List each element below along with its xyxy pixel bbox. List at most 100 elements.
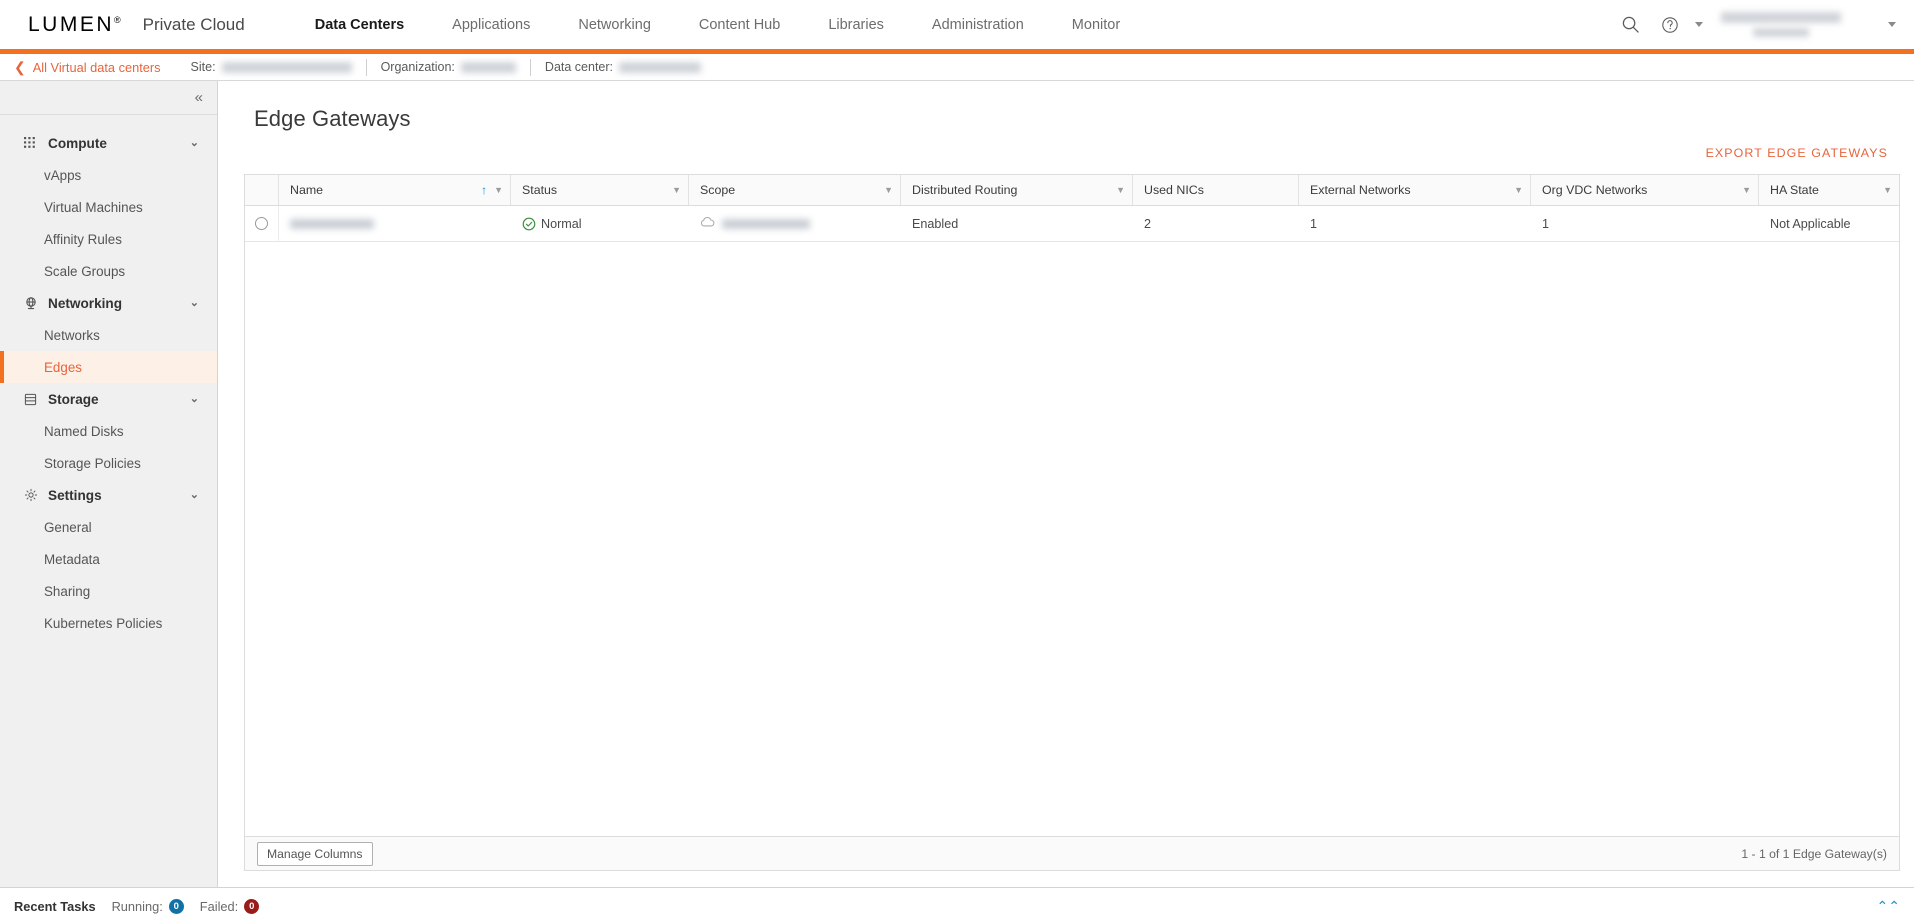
table-header-distributed-routing[interactable]: Distributed Routing ▼ [901,175,1133,205]
user-menu[interactable] [1721,12,1896,37]
breadcrumb-back-label: All Virtual data centers [32,59,161,75]
failed-count-badge: 0 [244,898,260,914]
recent-tasks-title: Recent Tasks [14,898,96,914]
help-icon[interactable] [1650,5,1690,45]
sidebar-collapse-button[interactable]: « [0,81,217,115]
chevron-down-icon[interactable]: ⌄ [190,393,199,405]
manage-columns-button[interactable]: Manage Columns [257,841,373,866]
table-header-used-nics[interactable]: Used NICs [1133,175,1299,205]
sidebar-item-storage-policies[interactable]: Storage Policies [0,447,217,479]
breadcrumb-site-label: Site: [190,60,216,74]
sidebar-item-general[interactable]: General [0,511,217,543]
nav-tab-data-centers[interactable]: Data Centers [315,0,404,49]
sidebar-item-edges[interactable]: Edges [0,351,217,383]
sidebar-item-scale-groups[interactable]: Scale Groups [0,255,217,287]
breadcrumb-organization: Organization: [381,60,516,74]
sidebar-item-networks[interactable]: Networks [0,319,217,351]
chevrons-up-icon[interactable]: ⌃⌃ [1877,899,1900,913]
sidebar-item-label: Scale Groups [44,263,126,279]
sidebar-group-settings[interactable]: Settings ⌄ [0,479,217,511]
brand-logo[interactable]: LUMEN® Private Cloud [0,14,245,35]
sidebar-group-label: Compute [48,135,107,151]
main-navigation: Data Centers Applications Networking Con… [301,0,1144,49]
user-identity [1721,12,1841,37]
logo-registered-mark: ® [114,15,121,25]
sidebar-item-affinity-rules[interactable]: Affinity Rules [0,223,217,255]
page-title: Edge Gateways [254,106,411,131]
sidebar-group-label: Storage [48,391,99,407]
cell-status: Normal [511,206,689,241]
table-header-scope[interactable]: Scope ▼ [689,175,901,205]
filter-icon[interactable]: ▼ [1742,185,1751,195]
cell-scope [689,206,901,241]
table-header-ha-state[interactable]: HA State ▼ [1759,175,1899,205]
sidebar-item-label: Networks [44,327,100,343]
filter-icon[interactable]: ▼ [1514,185,1523,195]
sidebar-nav: Compute ⌄ vApps Virtual Machines Affinit… [0,115,217,639]
sidebar-item-virtual-machines[interactable]: Virtual Machines [0,191,217,223]
sidebar-group-compute[interactable]: Compute ⌄ [0,127,217,159]
nav-tab-libraries[interactable]: Libraries [828,0,884,49]
filter-icon[interactable]: ▼ [494,185,503,195]
filter-icon[interactable]: ▼ [1883,185,1892,195]
nav-tab-administration[interactable]: Administration [932,0,1024,49]
chevron-down-icon[interactable]: ⌄ [190,137,199,149]
chevron-down-icon[interactable]: ⌄ [190,489,199,501]
chevron-down-icon [1888,22,1896,27]
table-header-name[interactable]: Name ↑ ▼ [279,175,511,205]
table-header-org-vdc-networks[interactable]: Org VDC Networks ▼ [1531,175,1759,205]
export-edge-gateways-button[interactable]: EXPORT EDGE GATEWAYS [1702,140,1892,166]
network-icon [22,295,39,312]
cloud-icon [700,216,715,231]
chevrons-left-icon: « [194,89,203,106]
row-select-cell[interactable] [245,206,279,241]
nav-tab-applications[interactable]: Applications [452,0,530,49]
chevron-down-icon [1695,22,1703,27]
sidebar-item-label: Virtual Machines [44,199,143,215]
breadcrumb-dc-label: Data center: [544,60,614,74]
sidebar-item-named-disks[interactable]: Named Disks [0,415,217,447]
row-radio-button[interactable] [255,217,268,230]
failed-label: Failed: [199,898,239,914]
table-header-status[interactable]: Status ▼ [511,175,689,205]
cell-name[interactable] [279,206,511,241]
check-circle-icon [522,217,536,231]
filter-icon[interactable]: ▼ [672,185,681,195]
nav-tab-networking[interactable]: Networking [578,0,651,49]
sidebar-item-sharing[interactable]: Sharing [0,575,217,607]
cell-org-vdc-networks: 1 [1542,216,1550,231]
sidebar: « Compute ⌄ vApps Virtual Machines Affin… [0,81,218,887]
record-count-label: 1 - 1 of 1 Edge Gateway(s) [1741,846,1887,861]
main-content: Edge Gateways EXPORT EDGE GATEWAYS Name … [218,81,1914,887]
sidebar-group-label: Networking [48,295,123,311]
sidebar-group-networking[interactable]: Networking ⌄ [0,287,217,319]
cell-ha-state: Not Applicable [1770,216,1851,231]
sidebar-item-metadata[interactable]: Metadata [0,543,217,575]
table-footer: Manage Columns 1 - 1 of 1 Edge Gateway(s… [245,836,1899,870]
help-menu[interactable] [1650,5,1703,45]
header-actions [1610,0,1914,49]
sort-ascending-icon[interactable]: ↑ [481,184,487,196]
sidebar-group-label: Settings [48,487,102,503]
status-text: Normal [541,216,582,231]
breadcrumb-site: Site: [191,60,352,74]
filter-icon[interactable]: ▼ [884,185,893,195]
sidebar-item-vapps[interactable]: vApps [0,159,217,191]
breadcrumb-back-link[interactable]: ❮ All Virtual data centers [14,60,161,75]
sidebar-item-label: Metadata [44,551,100,567]
filter-icon[interactable]: ▼ [1116,185,1125,195]
sidebar-item-label: Affinity Rules [44,231,122,247]
search-icon[interactable] [1610,5,1650,45]
table-header-external-networks[interactable]: External Networks ▼ [1299,175,1531,205]
table-body: Normal Enabled 2 1 1 Not Applicable [245,206,1899,836]
sidebar-item-label: Named Disks [44,423,124,439]
sidebar-item-label: General [44,519,92,535]
chevron-down-icon[interactable]: ⌄ [190,297,199,309]
breadcrumb-data-center: Data center: [544,60,702,74]
nav-tab-content-hub[interactable]: Content Hub [699,0,780,49]
sidebar-group-storage[interactable]: Storage ⌄ [0,383,217,415]
sidebar-item-kubernetes-policies[interactable]: Kubernetes Policies [0,607,217,639]
table-row[interactable]: Normal Enabled 2 1 1 Not Applicable [245,206,1899,242]
cell-external-networks: 1 [1310,216,1318,231]
nav-tab-monitor[interactable]: Monitor [1072,0,1120,49]
